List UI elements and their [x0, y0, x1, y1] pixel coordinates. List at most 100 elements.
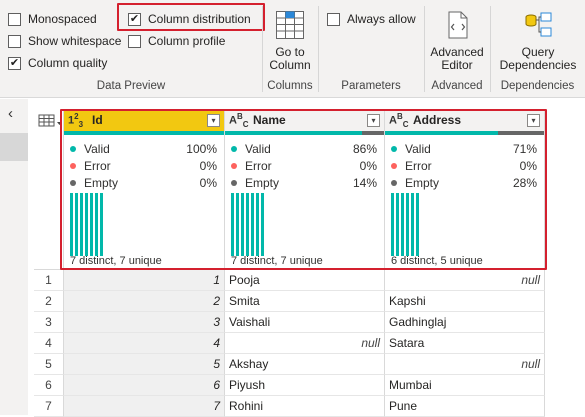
- monospaced-checkbox[interactable]: Monospaced: [8, 10, 97, 28]
- text-type-icon[interactable]: ABC: [389, 112, 413, 129]
- table-cell[interactable]: Rohini: [225, 396, 385, 417]
- distribution-bar[interactable]: [241, 193, 244, 256]
- filter-dropdown-icon[interactable]: ▾: [527, 113, 540, 127]
- distribution-bar[interactable]: [236, 193, 239, 256]
- row-number[interactable]: 5: [34, 354, 64, 375]
- row-number[interactable]: 3: [34, 312, 64, 333]
- dependencies-group-label: Dependencies: [500, 80, 575, 92]
- go-to-column-button[interactable]: Go to Column: [264, 10, 316, 72]
- checkbox-box[interactable]: ✔: [8, 56, 21, 70]
- always-allow-checkbox[interactable]: Always allow: [327, 10, 416, 28]
- distribution-bar[interactable]: [90, 193, 93, 256]
- advanced-editor-button[interactable]: Advanced Editor: [426, 10, 488, 72]
- filter-dropdown-icon[interactable]: ▾: [367, 113, 380, 127]
- table-cell[interactable]: 6: [64, 375, 225, 396]
- distribution-bar[interactable]: [416, 193, 419, 256]
- table-cell[interactable]: null: [385, 270, 545, 291]
- quality-row-empty: Empty 0%: [70, 176, 217, 190]
- row-number[interactable]: 2: [34, 291, 64, 312]
- table-cell[interactable]: Smita: [225, 291, 385, 312]
- quality-label: Empty: [405, 176, 440, 190]
- checkbox-box[interactable]: [327, 12, 340, 26]
- distribution-bar[interactable]: [85, 193, 88, 256]
- quality-row-valid: Valid 100%: [70, 142, 217, 156]
- distribution-bar[interactable]: [251, 193, 254, 256]
- distribution-bar[interactable]: [411, 193, 414, 256]
- distribution-bar[interactable]: [396, 193, 399, 256]
- table-cell[interactable]: 5: [64, 354, 225, 375]
- distribution-bar[interactable]: [246, 193, 249, 256]
- column-quality-checkbox[interactable]: ✔ Column quality: [8, 54, 107, 72]
- column-quality-label: Column quality: [28, 56, 108, 70]
- status-dot-icon: [391, 146, 397, 152]
- query-selected-block[interactable]: [0, 133, 28, 161]
- query-dependencies-button[interactable]: Query Dependencies: [493, 10, 583, 72]
- table-cell[interactable]: 1: [64, 270, 225, 291]
- show-whitespace-label: Show whitespace: [28, 34, 122, 48]
- status-dot-icon: [231, 180, 237, 186]
- table-cell[interactable]: Mumbai: [385, 375, 545, 396]
- table-cell[interactable]: Satara: [385, 333, 545, 354]
- column-header-address[interactable]: ABC Address ▾ Valid 71% Error 0% Empty 28% 6 …: [385, 109, 545, 270]
- distribution-bar[interactable]: [80, 193, 83, 256]
- quality-row-empty: Empty 28%: [391, 176, 537, 190]
- table-cell[interactable]: Akshay: [225, 354, 385, 375]
- column-name: Id: [92, 113, 103, 127]
- table-cell[interactable]: 3: [64, 312, 225, 333]
- text-type-icon[interactable]: ABC: [229, 112, 253, 129]
- checkmark-icon: ✔: [129, 12, 140, 25]
- quality-percentage: 100%: [186, 142, 217, 156]
- table-corner[interactable]: [34, 109, 64, 270]
- distinct-count: 6 distinct, 5 unique: [391, 255, 483, 267]
- checkbox-box[interactable]: [8, 34, 21, 48]
- distribution-bar[interactable]: [231, 193, 234, 256]
- table-cell[interactable]: 7: [64, 396, 225, 417]
- table-cell[interactable]: Pooja: [225, 270, 385, 291]
- table-cell[interactable]: 4: [64, 333, 225, 354]
- filter-dropdown-icon[interactable]: ▾: [207, 113, 220, 127]
- table-cell[interactable]: null: [225, 333, 385, 354]
- row-number[interactable]: 1: [34, 270, 64, 291]
- row-number[interactable]: 6: [34, 375, 64, 396]
- distribution-bar[interactable]: [406, 193, 409, 256]
- checkbox-box[interactable]: [8, 12, 21, 26]
- distribution-bar[interactable]: [75, 193, 78, 256]
- distribution-bar[interactable]: [70, 193, 73, 256]
- distribution-bar[interactable]: [391, 193, 394, 256]
- distribution-bar[interactable]: [95, 193, 98, 256]
- quality-row-error: Error 0%: [391, 159, 537, 173]
- distribution-bar[interactable]: [256, 193, 259, 256]
- table-cell[interactable]: 2: [64, 291, 225, 312]
- collapse-pane-icon[interactable]: ‹: [8, 106, 13, 121]
- column-profile-checkbox[interactable]: Column profile: [128, 32, 225, 50]
- table-cell[interactable]: Kapshi: [385, 291, 545, 312]
- checkbox-box[interactable]: [128, 34, 141, 48]
- table-cell[interactable]: Piyush: [225, 375, 385, 396]
- distribution-bar[interactable]: [100, 193, 103, 256]
- checkbox-box[interactable]: ✔: [128, 12, 141, 26]
- table-cell[interactable]: Gadhinglaj: [385, 312, 545, 333]
- column-header-name[interactable]: ABC Name ▾ Valid 86% Error 0% Empty 14% 7 dis…: [225, 109, 385, 270]
- query-dependencies-icon: [525, 12, 552, 37]
- quality-label: Valid: [84, 142, 110, 156]
- whole-number-type-icon[interactable]: 123: [68, 112, 92, 129]
- column-title-bar[interactable]: ABC Address ▾: [385, 109, 544, 131]
- row-number[interactable]: 7: [34, 396, 64, 417]
- table-columns-icon: [276, 11, 304, 39]
- row-number[interactable]: 4: [34, 333, 64, 354]
- distribution-bar[interactable]: [261, 193, 264, 256]
- table-cell[interactable]: Pune: [385, 396, 545, 417]
- quality-percentage: 0%: [199, 159, 217, 173]
- quality-label: Valid: [245, 142, 271, 156]
- quality-label: Error: [84, 159, 111, 173]
- quality-percentage: 0%: [519, 159, 537, 173]
- column-distribution-checkbox[interactable]: ✔ Column distribution: [128, 10, 251, 28]
- table-cell[interactable]: Vaishali: [225, 312, 385, 333]
- column-title-bar[interactable]: 123 Id ▾: [64, 109, 224, 131]
- table-cell[interactable]: null: [385, 354, 545, 375]
- column-title-bar[interactable]: ABC Name ▾: [225, 109, 384, 131]
- table-menu-icon[interactable]: [38, 114, 64, 128]
- distribution-bar[interactable]: [401, 193, 404, 256]
- column-header-id[interactable]: 123 Id ▾ Valid 100% Error 0% Empty 0% 7 disti…: [64, 109, 225, 270]
- show-whitespace-checkbox[interactable]: Show whitespace: [8, 32, 121, 50]
